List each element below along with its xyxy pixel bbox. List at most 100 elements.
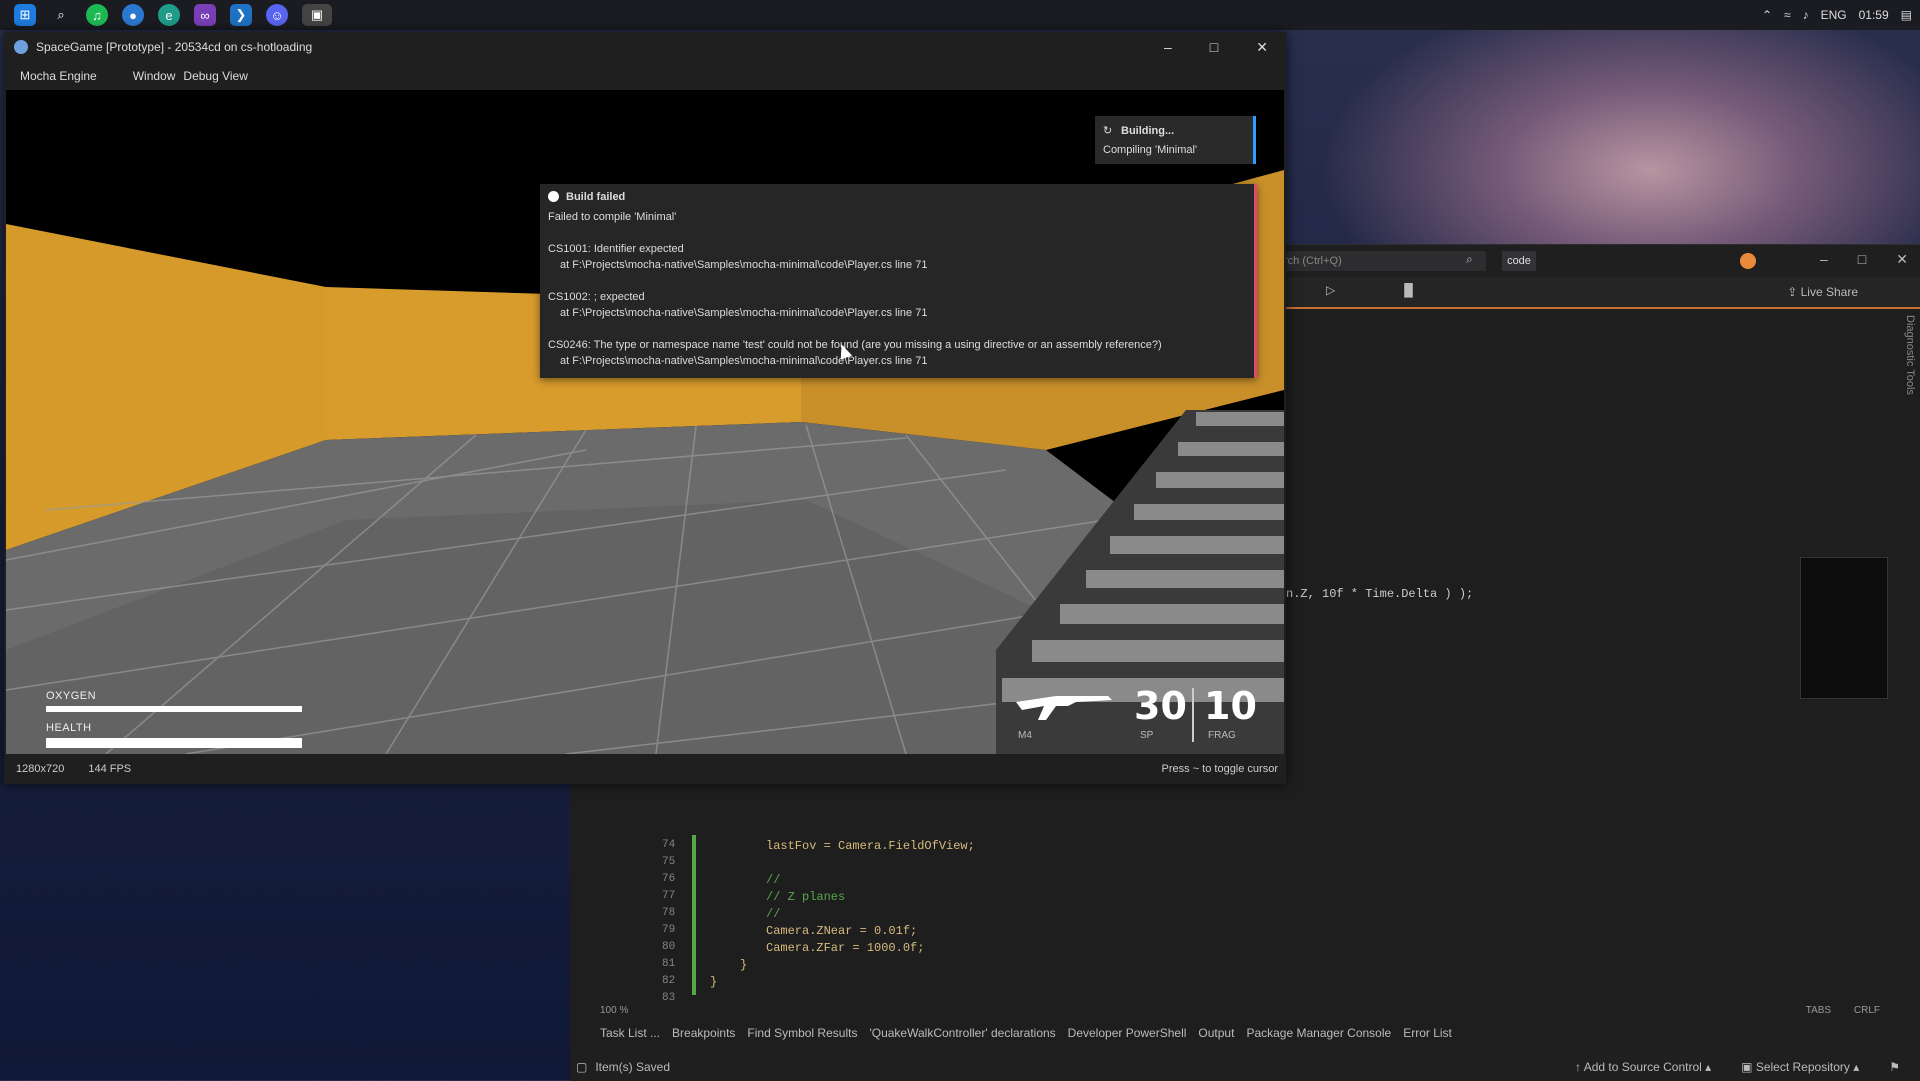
tab-find-symbol-results[interactable]: Find Symbol Results [747, 1026, 857, 1040]
app-logo-icon [14, 40, 28, 54]
add-to-source-control[interactable]: ↑ Add to Source Control ▴ [1575, 1060, 1711, 1074]
vs-search-box[interactable]: rch (Ctrl+Q) [1278, 251, 1486, 271]
building-detail: Compiling 'Minimal' [1103, 144, 1198, 156]
status-saved: Item(s) Saved [595, 1060, 671, 1074]
menu-debug-view[interactable]: Debug View [183, 69, 248, 83]
minimize-button[interactable]: – [1164, 39, 1172, 56]
select-repository[interactable]: ▣ Select Repository ▴ [1741, 1060, 1859, 1074]
build-failed-subtitle: Failed to compile 'Minimal' [548, 211, 677, 223]
ammo-label: SP [1140, 730, 1154, 741]
live-share-label: Live Share [1800, 285, 1858, 299]
minimize-button[interactable]: – [1820, 251, 1828, 268]
maximize-button[interactable]: □ [1858, 251, 1866, 268]
tabs-indicator[interactable]: TABS [1806, 1005, 1831, 1016]
line-number: 80 [662, 941, 676, 953]
system-tray: ⌃ ≈ ♪ ENG 01:59 ▤ [1762, 0, 1912, 30]
game-window-controls: – □ ✕ [1164, 39, 1268, 56]
line-number: 83 [662, 992, 676, 1004]
discord-icon[interactable]: ☺ [266, 4, 288, 26]
error-location: at F:\Projects\mocha-native\Samples\moch… [560, 307, 928, 319]
spotify-icon[interactable]: ♫ [86, 4, 108, 26]
code-line: // Z planes [766, 890, 846, 904]
profiler-icon[interactable]: ▐▌ [1400, 283, 1417, 297]
weapon-label: M4 [1018, 730, 1032, 741]
maximize-button[interactable]: □ [1210, 39, 1218, 56]
tab-error-list[interactable]: Error List [1403, 1026, 1452, 1040]
code-line: } [740, 958, 748, 972]
zoom-level[interactable]: 100 % [600, 1005, 628, 1016]
error-location: at F:\Projects\mocha-native\Samples\moch… [560, 355, 928, 367]
edge-icon[interactable]: e [158, 4, 180, 26]
rifle-icon [1016, 696, 1112, 720]
fps-readout: 144 FPS [88, 763, 132, 775]
change-margin [692, 835, 696, 995]
close-button[interactable]: ✕ [1256, 39, 1268, 56]
diagnostic-tools-tab[interactable]: Diagnostic Tools [1904, 315, 1916, 395]
code-line: lastFov = Camera.FieldOfView; [766, 839, 975, 853]
frag-count: 10 [1204, 684, 1257, 728]
wifi-icon[interactable]: ≈ [1784, 8, 1791, 22]
tab-output[interactable]: Output [1198, 1026, 1234, 1040]
windows-icon[interactable]: ⊞ [14, 4, 36, 26]
volume-icon[interactable]: ♪ [1803, 8, 1809, 22]
avatar[interactable] [1740, 253, 1756, 269]
visual-studio-icon[interactable]: ∞ [194, 4, 216, 26]
chevron-up-icon[interactable]: ⌃ [1762, 8, 1772, 22]
game-window: SpaceGame [Prototype] - 20534cd on cs-ho… [4, 32, 1286, 784]
code-line: Camera.ZNear = 0.01f; [766, 924, 918, 938]
code-line: } [710, 975, 718, 989]
tab-developer-powershell[interactable]: Developer PowerShell [1068, 1026, 1187, 1040]
minimap[interactable] [1788, 325, 1888, 925]
frag-label: FRAG [1208, 730, 1236, 741]
code-fragment: n.Z, 10f * Time.Delta ) ); [1286, 587, 1474, 601]
hud-divider [1192, 688, 1194, 742]
close-button[interactable]: ✕ [1896, 251, 1908, 268]
select-repository-label: Select Repository [1755, 1060, 1850, 1074]
code-line: // [766, 873, 781, 887]
health-label: HEALTH [46, 722, 92, 734]
active-app-icon[interactable]: ▣ [302, 4, 332, 26]
live-share-button[interactable]: ⇪ Live Share [1787, 285, 1858, 299]
tab-task-list[interactable]: Task List ... [600, 1026, 660, 1040]
building-title: Building... [1121, 125, 1175, 137]
error-circle-icon [548, 191, 559, 202]
eol-indicator[interactable]: CRLF [1854, 1005, 1880, 1016]
error-location: at F:\Projects\mocha-native\Samples\moch… [560, 259, 928, 271]
language-indicator[interactable]: ENG [1821, 8, 1847, 22]
line-number: 77 [662, 890, 676, 902]
error-message: CS1001: Identifier expected [548, 243, 684, 255]
game-title-bar: SpaceGame [Prototype] - 20534cd on cs-ho… [4, 32, 1286, 62]
code-line: // [766, 907, 781, 921]
health-bar [46, 738, 302, 748]
menu-mocha-engine[interactable]: Mocha Engine [20, 69, 97, 83]
clock[interactable]: 01:59 [1859, 8, 1889, 22]
game-window-title: SpaceGame [Prototype] - 20534cd on cs-ho… [36, 40, 313, 54]
error-message: CS0246: The type or namespace name 'test… [548, 339, 1162, 351]
oxygen-label: OXYGEN [46, 690, 97, 702]
game-status-bar: 1280x720 144 FPS Press ~ to toggle curso… [4, 754, 1286, 784]
notifications-bell-icon[interactable]: ⚑ [1889, 1060, 1900, 1074]
run-icon[interactable]: ▷ [1326, 283, 1335, 297]
minimap-viewport[interactable] [1800, 557, 1888, 699]
resolution-readout: 1280x720 [16, 763, 65, 775]
bottom-tool-tabs: Task List ... Breakpoints Find Symbol Re… [600, 1026, 1452, 1040]
tab-package-manager-console[interactable]: Package Manager Console [1246, 1026, 1391, 1040]
search-icon[interactable]: ⌕ [1466, 252, 1473, 267]
add-to-source-label: Add to Source Control [1583, 1060, 1702, 1074]
app-icon[interactable]: ● [122, 4, 144, 26]
tab-declarations[interactable]: 'QuakeWalkController' declarations [869, 1026, 1055, 1040]
editor-format-indicators: TABS CRLF [1806, 1005, 1880, 1016]
notification-icon[interactable]: ▤ [1901, 8, 1912, 22]
menu-window[interactable]: Window [133, 69, 176, 83]
search-icon[interactable]: ⌕ [50, 4, 72, 26]
build-failed-panel: Build failed Failed to compile 'Minimal'… [540, 184, 1257, 378]
vs-window-controls: – □ ✕ [1820, 251, 1908, 268]
line-number: 74 [662, 839, 676, 851]
spinner-icon: ↻ [1103, 125, 1113, 137]
oxygen-bar [46, 706, 302, 712]
ammo-count: 30 [1134, 684, 1187, 728]
error-message: CS1002: ; expected [548, 291, 645, 303]
solution-name: code [1502, 251, 1536, 271]
tab-breakpoints[interactable]: Breakpoints [672, 1026, 735, 1040]
vscode-icon[interactable]: ❯ [230, 4, 252, 26]
